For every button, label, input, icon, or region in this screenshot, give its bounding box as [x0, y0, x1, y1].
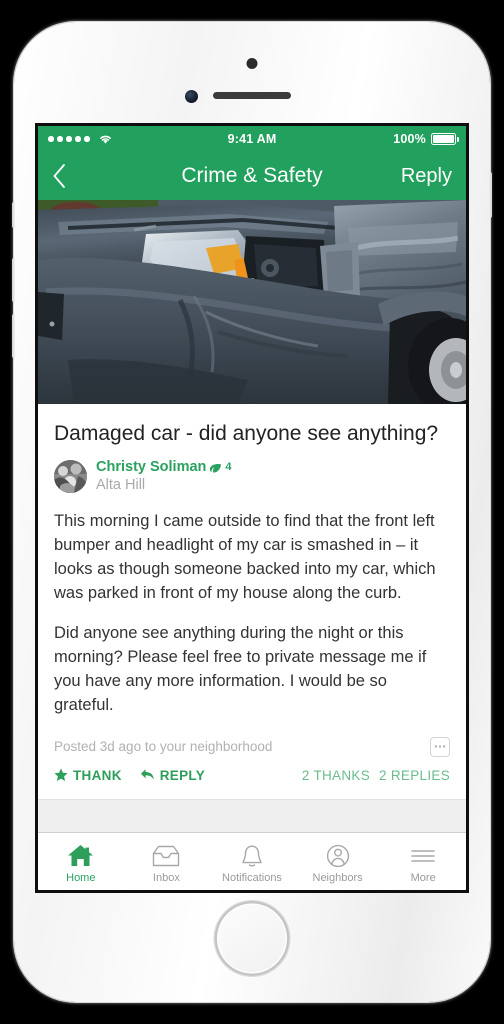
status-bar-clock: 9:41 AM	[227, 132, 277, 146]
navigation-bar: Crime & Safety Reply	[38, 152, 466, 200]
posted-timestamp: Posted 3d ago to your neighborhood	[54, 739, 273, 755]
reply-nav-button[interactable]: Reply	[401, 165, 452, 188]
thanks-count[interactable]: 2 THANKS	[302, 768, 370, 783]
back-button[interactable]	[52, 161, 78, 191]
tab-home-label: Home	[66, 871, 96, 884]
status-bar-right: 100%	[276, 132, 459, 146]
replies-count[interactable]: 2 REPLIES	[379, 768, 450, 783]
post-paragraph-2: Did anyone see anything during the night…	[54, 623, 427, 715]
post-author-row[interactable]: Christy Soliman 4 Alta Hill	[54, 459, 450, 508]
avatar[interactable]	[54, 460, 87, 494]
post-title: Damaged car - did anyone see anything?	[54, 422, 439, 445]
bell-icon	[240, 844, 264, 869]
post-card: Damaged car - did anyone see anything? C…	[38, 404, 466, 799]
damaged-car-front-end-photo	[38, 200, 466, 404]
house-icon	[67, 844, 94, 869]
volume-up-button[interactable]	[12, 258, 15, 302]
reply-label: REPLY	[159, 767, 206, 783]
thank-button[interactable]: THANK	[54, 768, 122, 783]
tab-home[interactable]: Home	[38, 833, 124, 890]
post-meta-row: Posted 3d ago to your neighborhood	[54, 733, 450, 768]
tab-notifications[interactable]: Notifications	[209, 833, 295, 890]
tab-notifications-label: Notifications	[222, 871, 282, 884]
tab-inbox[interactable]: Inbox	[124, 833, 210, 890]
user-avatar-image	[54, 460, 87, 494]
phone-screen: 9:41 AM 100% Crime & Safety Reply Damage…	[38, 126, 466, 890]
tab-neighbors[interactable]: Neighbors	[295, 833, 381, 890]
status-bar-left	[48, 133, 228, 145]
power-button[interactable]	[489, 172, 492, 218]
chevron-left-icon	[53, 164, 65, 188]
tab-inbox-label: Inbox	[152, 871, 180, 884]
silent-switch[interactable]	[12, 202, 15, 228]
thank-label: THANK	[73, 767, 122, 783]
tab-neighbors-label: Neighbors	[312, 871, 363, 884]
tab-more-label: More	[410, 871, 436, 884]
star-icon	[54, 768, 68, 782]
cellular-signal-icon	[48, 136, 90, 142]
inbox-tray-icon	[152, 844, 180, 869]
hamburger-icon	[410, 844, 436, 869]
battery-full-icon	[431, 133, 459, 145]
person-circle-icon	[326, 844, 350, 869]
leaf-icon	[210, 463, 222, 473]
post-photo[interactable]	[38, 200, 466, 404]
battery-percent-label: 100%	[393, 132, 426, 146]
author-name-row: Christy Soliman 4	[96, 459, 232, 477]
bottom-tab-bar: Home Inbox Notifications Neighbors More	[38, 832, 466, 890]
post-counts: 2 THANKS 2 REPLIES	[302, 768, 450, 783]
reply-arrow-icon	[140, 769, 154, 780]
status-bar: 9:41 AM 100%	[38, 126, 466, 152]
post-action-row: THANK REPLY 2 THANKS 2 REPLIES	[54, 768, 450, 799]
tab-more[interactable]: More	[380, 833, 466, 890]
author-neighborhood: Alta Hill	[96, 476, 146, 493]
ellipsis-icon[interactable]	[430, 736, 450, 757]
leaf-count: 4	[225, 461, 232, 474]
content-background-filler	[38, 798, 466, 833]
wifi-icon	[99, 135, 111, 144]
volume-down-button[interactable]	[12, 314, 15, 358]
author-text-block: Christy Soliman 4 Alta Hill	[96, 459, 232, 494]
home-button[interactable]	[214, 901, 290, 976]
author-name[interactable]: Christy Soliman	[96, 459, 206, 477]
post-paragraph-1: This morning I came outside to find that…	[54, 511, 436, 603]
reply-button[interactable]: REPLY	[140, 768, 205, 783]
